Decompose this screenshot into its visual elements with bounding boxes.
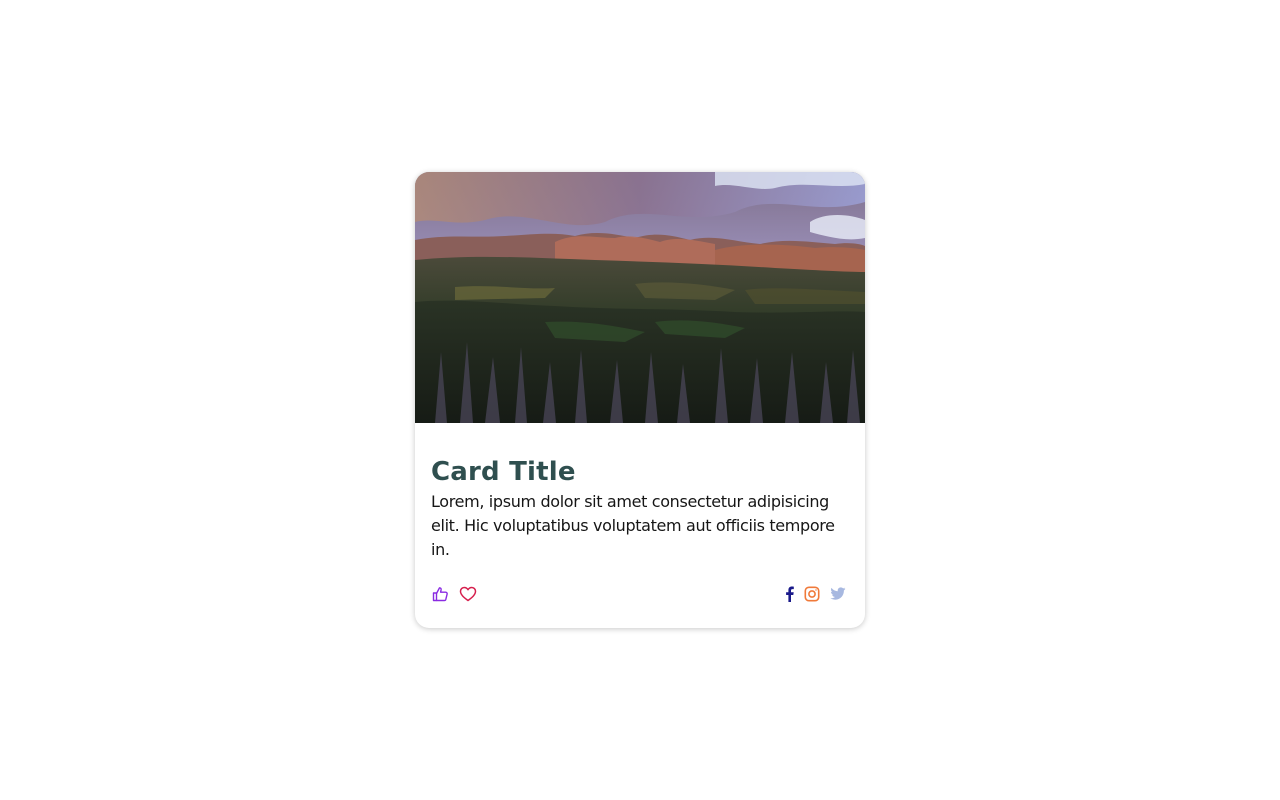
instagram-icon[interactable] bbox=[802, 584, 821, 604]
card-image bbox=[415, 172, 865, 423]
reaction-group bbox=[431, 584, 477, 604]
social-links bbox=[783, 584, 847, 604]
card: Card Title Lorem, ipsum dolor sit amet c… bbox=[415, 172, 865, 628]
card-footer bbox=[431, 584, 849, 604]
facebook-icon[interactable] bbox=[783, 584, 795, 604]
thumbs-up-icon[interactable] bbox=[431, 584, 450, 604]
card-title: Card Title bbox=[431, 457, 576, 487]
card-text: Lorem, ipsum dolor sit amet consectetur … bbox=[431, 492, 835, 559]
card-body: Card Title Lorem, ipsum dolor sit amet c… bbox=[431, 456, 851, 562]
heart-icon[interactable] bbox=[458, 584, 477, 604]
twitter-icon[interactable] bbox=[828, 584, 847, 604]
